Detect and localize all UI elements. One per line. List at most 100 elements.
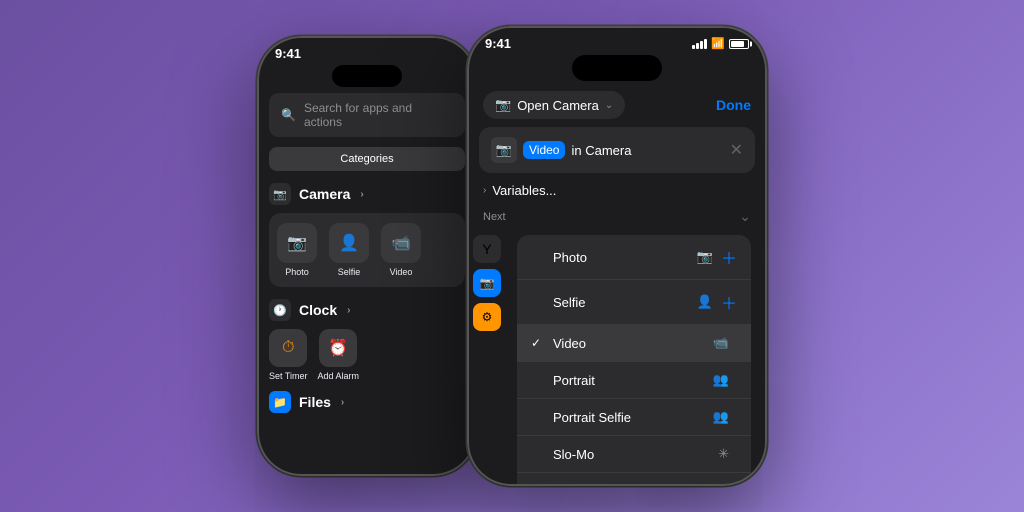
dropdown-item-timelapse[interactable]: Time-Lapse ✳ bbox=[517, 473, 751, 486]
camera-title: Camera bbox=[299, 186, 350, 202]
camera-item-photo[interactable]: 📷 Photo bbox=[277, 223, 317, 277]
clock-section: 🕐 Clock › ⏱ Set Timer ⏰ Add Alarm bbox=[269, 299, 465, 381]
files-chevron: › bbox=[341, 397, 344, 408]
clock-items-row: ⏱ Set Timer ⏰ Add Alarm bbox=[269, 329, 465, 381]
open-camera-icon: 📷 bbox=[495, 97, 511, 113]
dropdown-item-selfie[interactable]: Selfie 👤 ＋ bbox=[517, 280, 751, 325]
battery-tip bbox=[750, 41, 752, 46]
search-bar[interactable]: 🔍 Search for apps and actions bbox=[269, 93, 465, 137]
done-button[interactable]: Done bbox=[716, 97, 751, 113]
slomo-label: Slo-Mo bbox=[553, 447, 718, 462]
action-bar-close-icon[interactable]: ✕ bbox=[730, 140, 743, 160]
alarm-label: Add Alarm bbox=[318, 371, 360, 381]
camera-header[interactable]: 📷 Camera › bbox=[269, 183, 465, 205]
timelapse-label: Time-Lapse bbox=[553, 484, 718, 487]
camera-chevron: › bbox=[360, 189, 363, 200]
next-label: Next bbox=[483, 211, 506, 223]
search-icon: 🔍 bbox=[281, 108, 296, 122]
right-phone-header: 📷 Open Camera ⌄ Done bbox=[467, 87, 767, 127]
battery-fill bbox=[731, 41, 744, 47]
photo-item-label: Photo bbox=[553, 250, 697, 265]
clock-header[interactable]: 🕐 Clock › bbox=[269, 299, 465, 321]
signal-bars bbox=[692, 39, 707, 49]
video-item-icon: 📹 bbox=[713, 335, 729, 351]
action-bar-camera-icon: 📷 bbox=[491, 137, 517, 163]
portrait-item-icon: 👥 bbox=[713, 372, 729, 388]
right-dynamic-island bbox=[572, 55, 662, 81]
search-placeholder: Search for apps and actions bbox=[304, 101, 453, 129]
status-icons: 📶 bbox=[692, 37, 749, 50]
selfie-item-icon: 👤 bbox=[697, 294, 713, 310]
clock-app-icon: 🕐 bbox=[269, 299, 291, 321]
left-status-bar: 9:41 bbox=[257, 36, 477, 65]
right-status-time: 9:41 bbox=[485, 36, 511, 51]
dropdown-item-slomo[interactable]: Slo-Mo ✳ bbox=[517, 436, 751, 473]
selfie-plus[interactable]: ＋ bbox=[721, 290, 737, 314]
left-phone-content: 🔍 Search for apps and actions Categories… bbox=[257, 93, 477, 413]
side-item-orange[interactable]: ⚙ bbox=[473, 303, 501, 331]
next-label-row: Next ⌄ bbox=[467, 204, 767, 229]
variables-chevron: › bbox=[483, 185, 486, 196]
photo-icon: 📷 bbox=[277, 223, 317, 263]
action-bar: 📷 Video in Camera ✕ bbox=[479, 127, 755, 173]
files-section[interactable]: 📁 Files › bbox=[269, 391, 465, 413]
battery-icon bbox=[729, 39, 749, 49]
photo-label: Photo bbox=[285, 267, 309, 277]
dropdown-item-photo[interactable]: Photo 📷 ＋ bbox=[517, 235, 751, 280]
side-icons: Y 📷 ⚙ bbox=[473, 231, 501, 486]
clock-item-alarm[interactable]: ⏰ Add Alarm bbox=[318, 329, 360, 381]
left-status-time: 9:41 bbox=[275, 46, 301, 61]
camera-app-icon: 📷 bbox=[269, 183, 291, 205]
left-dynamic-island bbox=[332, 65, 402, 87]
photo-plus[interactable]: ＋ bbox=[721, 245, 737, 269]
side-item-blue[interactable]: 📷 bbox=[473, 269, 501, 297]
right-status-bar: 9:41 📶 bbox=[467, 26, 767, 55]
files-title: Files bbox=[299, 394, 331, 410]
portrait-item-label: Portrait bbox=[553, 373, 713, 388]
open-camera-chevron: ⌄ bbox=[605, 100, 613, 111]
selfie-item-label: Selfie bbox=[553, 295, 697, 310]
camera-section: 📷 Camera › 📷 Photo 👤 Selfie 📹 V bbox=[269, 183, 465, 287]
left-phone: 9:41 🔍 Search for apps and actions Categ… bbox=[257, 36, 477, 476]
open-camera-button[interactable]: 📷 Open Camera ⌄ bbox=[483, 91, 625, 119]
variables-label: Variables... bbox=[492, 183, 556, 198]
action-bar-suffix: in Camera bbox=[571, 143, 631, 158]
clock-title: Clock bbox=[299, 302, 337, 318]
dropdown-item-video[interactable]: ✓ Video 📹 bbox=[517, 325, 751, 362]
variables-row[interactable]: › Variables... bbox=[467, 177, 767, 204]
camera-item-video[interactable]: 📹 Video bbox=[381, 223, 421, 277]
next-chevron: ⌄ bbox=[739, 208, 751, 225]
portrait-selfie-label: Portrait Selfie bbox=[553, 410, 713, 425]
signal-bar-2 bbox=[696, 43, 699, 49]
files-icon: 📁 bbox=[269, 391, 291, 413]
timer-label: Set Timer bbox=[269, 371, 308, 381]
signal-bar-3 bbox=[700, 41, 703, 49]
video-check: ✓ bbox=[531, 336, 547, 350]
wifi-icon: 📶 bbox=[711, 37, 725, 50]
bottom-area: Y 📷 ⚙ Photo 📷 ＋ Selfie 👤 ＋ bbox=[473, 231, 761, 486]
clock-chevron: › bbox=[347, 305, 350, 316]
categories-button[interactable]: Categories bbox=[269, 147, 465, 171]
clock-item-timer[interactable]: ⏱ Set Timer bbox=[269, 329, 308, 381]
dropdown-item-portrait[interactable]: Portrait 👥 bbox=[517, 362, 751, 399]
camera-items-row: 📷 Photo 👤 Selfie 📹 Video bbox=[269, 213, 465, 287]
video-icon: 📹 bbox=[381, 223, 421, 263]
alarm-icon: ⏰ bbox=[319, 329, 357, 367]
action-token[interactable]: Video bbox=[523, 141, 565, 159]
slomo-icon: ✳ bbox=[718, 446, 729, 462]
signal-bar-1 bbox=[692, 45, 695, 49]
video-item-label: Video bbox=[553, 336, 713, 351]
camera-item-selfie[interactable]: 👤 Selfie bbox=[329, 223, 369, 277]
photo-item-icon: 📷 bbox=[697, 249, 713, 265]
open-camera-label: Open Camera bbox=[517, 98, 599, 113]
side-item-y[interactable]: Y bbox=[473, 235, 501, 263]
portrait-selfie-icon: 👥 bbox=[713, 409, 729, 425]
dropdown-item-portrait-selfie[interactable]: Portrait Selfie 👥 bbox=[517, 399, 751, 436]
selfie-label: Selfie bbox=[338, 267, 361, 277]
dropdown-list: Photo 📷 ＋ Selfie 👤 ＋ ✓ Video 📹 bbox=[517, 235, 751, 486]
right-phone: 9:41 📶 📷 Open Camera bbox=[467, 26, 767, 486]
video-label: Video bbox=[390, 267, 413, 277]
signal-bar-4 bbox=[704, 39, 707, 49]
timer-icon: ⏱ bbox=[269, 329, 307, 367]
timelapse-icon: ✳ bbox=[718, 483, 729, 486]
